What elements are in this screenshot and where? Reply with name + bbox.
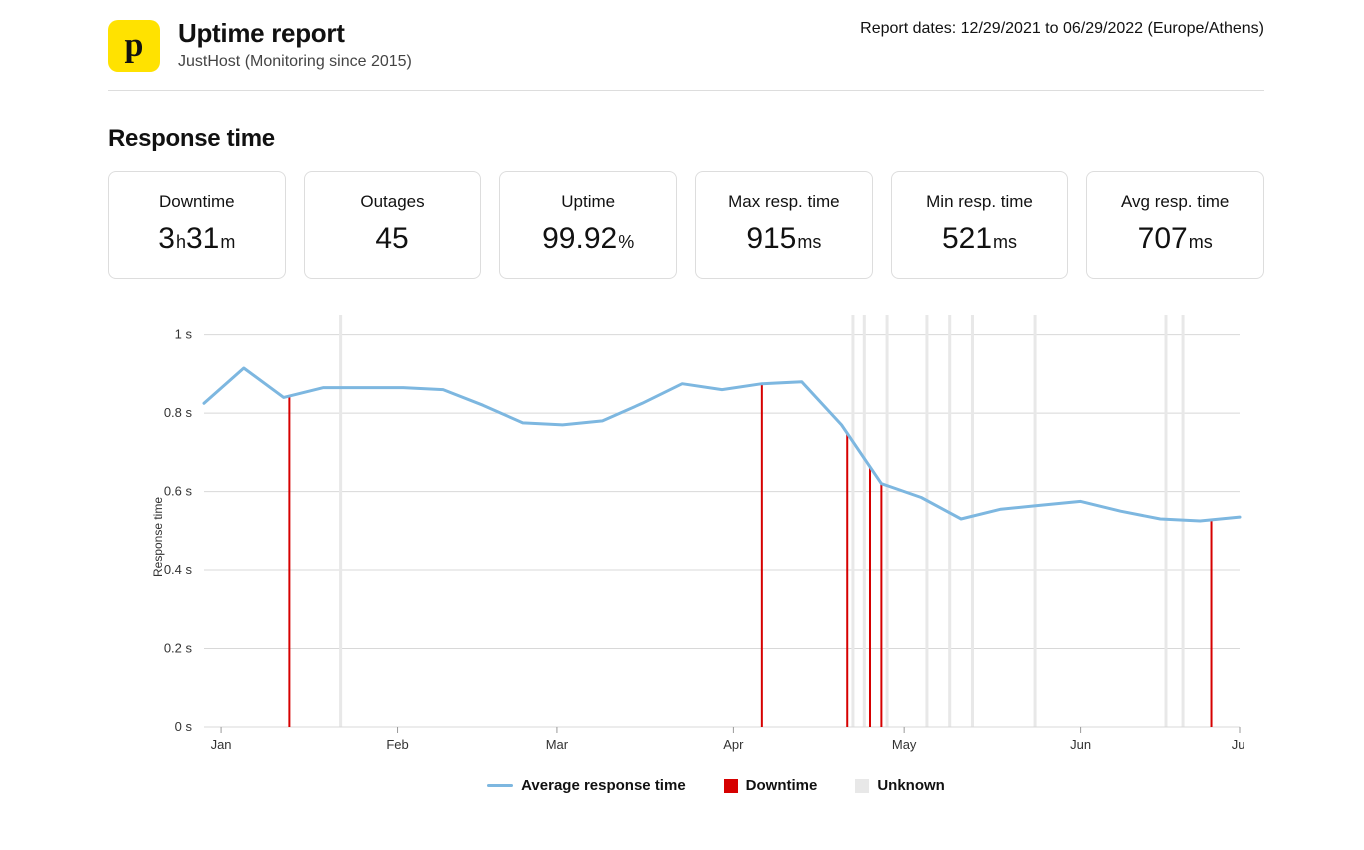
card-outages: Outages 45	[304, 171, 482, 279]
legend-avg: Average response time	[487, 777, 686, 794]
stat-cards: Downtime 3h31m Outages 45 Uptime 99.92% …	[108, 171, 1264, 279]
legend-label: Downtime	[746, 777, 818, 794]
legend-label: Average response time	[521, 777, 686, 794]
logo-icon: p	[108, 20, 160, 72]
line-swatch-icon	[487, 784, 513, 787]
svg-text:0.8 s: 0.8 s	[164, 405, 193, 420]
card-value: 45	[315, 222, 471, 256]
box-swatch-icon	[724, 779, 738, 793]
chart-area: Response time 0 s 0.2 s 0.4 s 0.6 s 0.8 s 1 s…	[134, 307, 1264, 767]
legend-label: Unknown	[877, 777, 945, 794]
svg-text:Apr: Apr	[723, 737, 744, 752]
legend-downtime: Downtime	[724, 777, 818, 794]
response-time-chart: 0 s 0.2 s 0.4 s 0.6 s 0.8 s 1 s Jan Feb Mar Apr Ma…	[134, 307, 1244, 767]
card-label: Uptime	[510, 192, 666, 212]
card-label: Min resp. time	[902, 192, 1058, 212]
svg-text:0.4 s: 0.4 s	[164, 562, 193, 577]
card-max-resp: Max resp. time 915ms	[695, 171, 873, 279]
svg-text:May: May	[892, 737, 917, 752]
card-downtime: Downtime 3h31m	[108, 171, 286, 279]
card-value: 707ms	[1097, 222, 1253, 256]
svg-text:Jul: Jul	[1232, 737, 1244, 752]
legend-unknown: Unknown	[855, 777, 945, 794]
svg-text:0.6 s: 0.6 s	[164, 484, 193, 499]
svg-text:Jun: Jun	[1070, 737, 1091, 752]
section-title: Response time	[108, 125, 1264, 153]
report-dates: Report dates: 12/29/2021 to 06/29/2022 (…	[860, 20, 1264, 38]
card-value: 3h31m	[119, 222, 275, 256]
card-uptime: Uptime 99.92%	[499, 171, 677, 279]
chart-y-axis-label: Response time	[151, 497, 165, 577]
card-value: 99.92%	[510, 222, 666, 256]
svg-text:0.2 s: 0.2 s	[164, 641, 193, 656]
svg-text:Jan: Jan	[211, 737, 232, 752]
card-avg-resp: Avg resp. time 707ms	[1086, 171, 1264, 279]
card-label: Downtime	[119, 192, 275, 212]
chart-legend: Average response time Downtime Unknown	[108, 777, 1264, 794]
card-min-resp: Min resp. time 521ms	[891, 171, 1069, 279]
svg-text:Mar: Mar	[546, 737, 569, 752]
page-subtitle: JustHost (Monitoring since 2015)	[178, 53, 1264, 71]
card-value: 521ms	[902, 222, 1058, 256]
card-label: Outages	[315, 192, 471, 212]
card-value: 915ms	[706, 222, 862, 256]
svg-text:1 s: 1 s	[175, 327, 193, 342]
svg-text:0 s: 0 s	[175, 719, 193, 734]
card-label: Avg resp. time	[1097, 192, 1253, 212]
report-header: p Uptime report JustHost (Monitoring sin…	[108, 12, 1264, 91]
box-swatch-icon	[855, 779, 869, 793]
svg-text:Feb: Feb	[386, 737, 408, 752]
card-label: Max resp. time	[706, 192, 862, 212]
